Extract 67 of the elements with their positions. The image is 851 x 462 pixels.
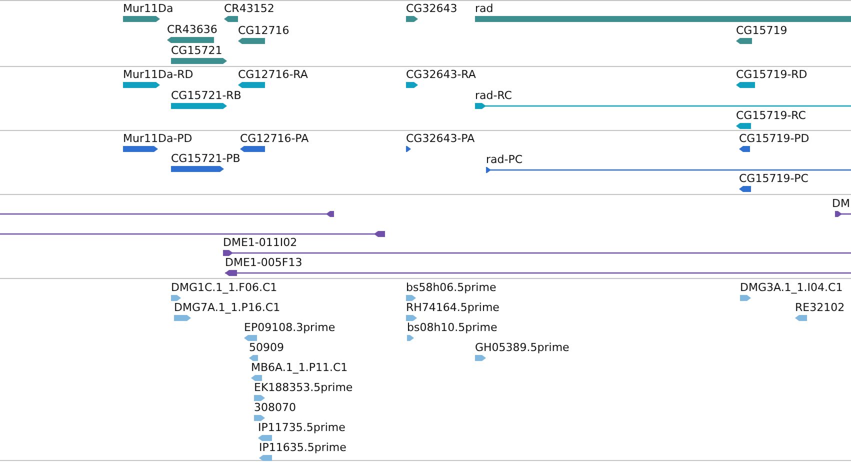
feature-label: DMG7A.1_1.P16.C1 xyxy=(174,301,280,314)
feature-glyph[interactable] xyxy=(0,230,385,238)
feature-glyph[interactable] xyxy=(736,122,751,130)
feature-label: CG15719-RC xyxy=(736,109,806,122)
feature-label: DME1-011I02 xyxy=(223,236,298,249)
feature-label: RH74164.5prime xyxy=(406,301,500,314)
feature-label: IP11735.5prime xyxy=(258,421,346,434)
feature-glyph[interactable] xyxy=(171,102,227,110)
feature-glyph[interactable] xyxy=(240,145,265,153)
feature-glyph[interactable] xyxy=(123,145,158,153)
feature-label: CG15721-PB xyxy=(171,152,240,165)
feature-label: GH05389.5prime xyxy=(475,341,570,354)
feature-label: CG32643 xyxy=(406,2,458,15)
feature-glyph[interactable] xyxy=(739,185,751,193)
feature-label: CG12716-RA xyxy=(238,68,308,81)
feature-label: IP11635.5prime xyxy=(259,441,346,454)
feature-label: DMG1C.1_1.F06.C1 xyxy=(171,281,278,294)
feature-glyph[interactable] xyxy=(475,102,851,110)
feature-label: EP09108.3prime xyxy=(244,321,336,334)
feature-label: bs58h06.5prime xyxy=(406,281,496,294)
feature-glyph[interactable] xyxy=(739,145,750,153)
feature-glyph[interactable] xyxy=(406,145,411,153)
feature-glyph[interactable] xyxy=(171,57,227,65)
feature-label: CG12716 xyxy=(238,24,290,37)
feature-glyph[interactable] xyxy=(171,165,224,173)
feature-label: CG15719-PC xyxy=(739,172,808,185)
feature-glyph[interactable] xyxy=(486,166,851,174)
feature-label: CR43152 xyxy=(224,2,274,15)
feature-label: DME1-005F13 xyxy=(225,256,302,269)
feature-label: rad-RC xyxy=(475,89,512,102)
feature-label: CG32643-RA xyxy=(406,68,476,81)
feature-label: CG15719-PD xyxy=(739,132,810,145)
feature-glyph[interactable] xyxy=(225,269,851,277)
feature-label: CG12716-PA xyxy=(240,132,309,145)
feature-label: CG15721 xyxy=(171,44,222,57)
feature-label: Mur11Da-PD xyxy=(123,132,192,145)
feature-label: RE32102 xyxy=(795,301,845,314)
feature-label: CG32643-PA xyxy=(406,132,475,145)
feature-label: 50909 xyxy=(249,341,284,354)
feature-label: DMG3A.1_1.I04.C1 xyxy=(740,281,843,294)
feature-glyph[interactable] xyxy=(167,36,214,44)
feature-glyph[interactable] xyxy=(475,15,851,23)
feature-label: CG15719 xyxy=(736,24,788,37)
feature-label: DM xyxy=(832,197,850,210)
feature-label: Mur11Da-RD xyxy=(123,68,194,81)
feature-glyph[interactable] xyxy=(123,81,160,89)
feature-glyph[interactable] xyxy=(238,81,265,89)
feature-glyph[interactable] xyxy=(0,210,334,218)
feature-label: rad-PC xyxy=(486,153,523,166)
feature-label: bs08h10.5prime xyxy=(407,321,498,334)
feature-label: CG15721-RB xyxy=(171,89,242,102)
feature-label: Mur11Da xyxy=(123,2,174,15)
feature-glyph[interactable] xyxy=(406,81,418,89)
feature-glyph[interactable] xyxy=(835,210,851,218)
feature-label: 308070 xyxy=(254,401,296,414)
feature-glyph[interactable] xyxy=(223,249,851,257)
feature-glyph[interactable] xyxy=(736,37,752,45)
feature-glyph[interactable] xyxy=(736,81,755,89)
feature-label: CR43636 xyxy=(167,23,218,36)
feature-label: CG15719-RD xyxy=(736,68,808,81)
feature-label: MB6A.1_1.P11.C1 xyxy=(251,361,348,374)
feature-glyph[interactable] xyxy=(406,15,418,23)
feature-label: rad xyxy=(475,2,494,15)
feature-glyph[interactable] xyxy=(123,15,160,23)
feature-glyph[interactable] xyxy=(224,15,238,23)
feature-glyph[interactable] xyxy=(238,37,265,45)
feature-label: EK188353.5prime xyxy=(254,381,353,394)
